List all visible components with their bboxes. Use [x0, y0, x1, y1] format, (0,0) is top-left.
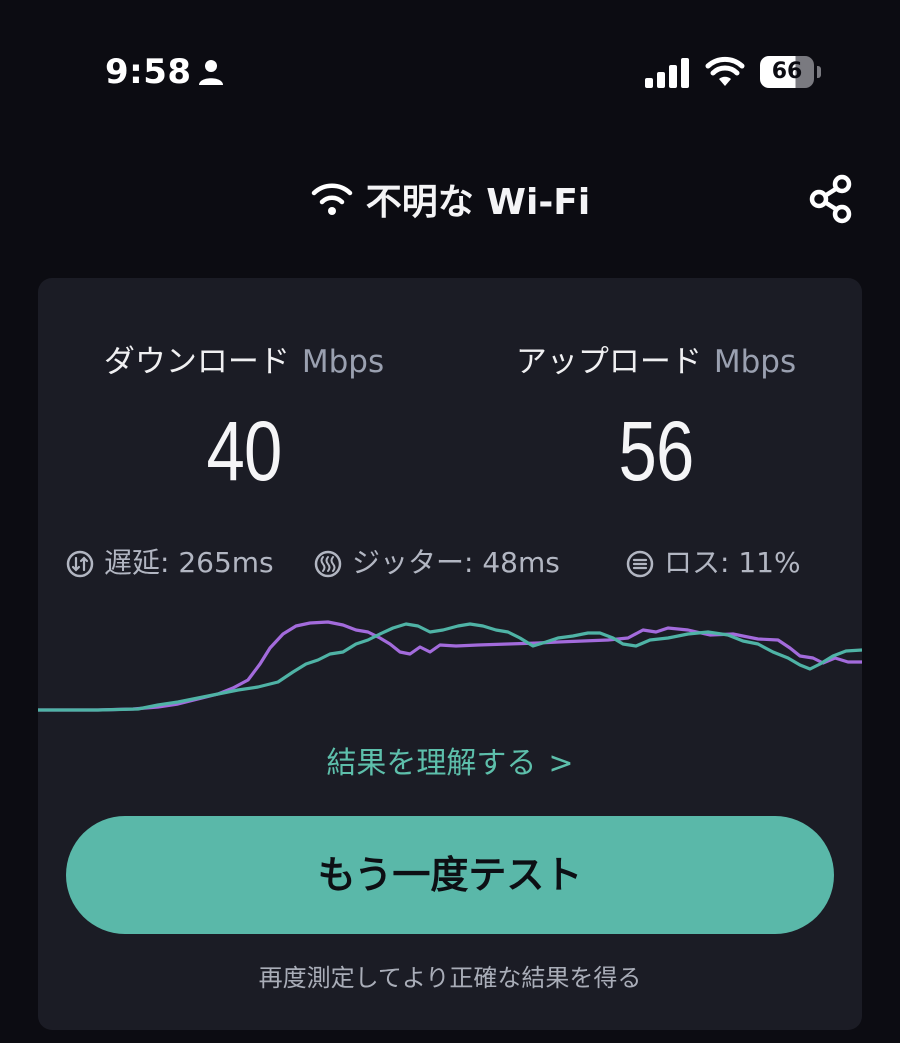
download-unit: Mbps: [301, 344, 385, 380]
understand-results-link[interactable]: 結果を理解する >: [38, 738, 862, 782]
loss-text: ロス: 11%: [664, 546, 801, 579]
cellular-signal-icon: [645, 58, 689, 88]
network-title: 不明な Wi-Fi: [0, 173, 900, 225]
header: 不明な Wi-Fi: [0, 165, 900, 235]
share-icon[interactable]: [808, 173, 856, 225]
latency-text: 遅延: 265ms: [104, 546, 274, 579]
speed-graph: [38, 620, 862, 712]
chevron-right-icon: >: [548, 746, 574, 781]
download-label: ダウンロード: [103, 344, 290, 380]
status-time: 9:58: [105, 52, 192, 92]
retest-hint: 再度測定してより正確な結果を得る: [258, 964, 642, 992]
stats-row: 遅延: 265ms ジッター: 48ms ロス: 11%: [38, 540, 862, 586]
retest-button[interactable]: もう一度テスト: [66, 816, 834, 934]
download-series-line: [38, 620, 862, 712]
upload-label: アップロード: [515, 344, 702, 380]
results-card: ダウンロード Mbps 40 アップロード Mbps 56 遅延: 265ms ジッ…: [38, 278, 862, 1030]
battery-level: 66: [771, 59, 803, 84]
upload-value: 56: [618, 404, 695, 498]
wifi-icon: [311, 183, 353, 215]
battery-nub: [817, 66, 821, 78]
battery-indicator: 66: [760, 56, 814, 88]
jitter-stat: ジッター: 48ms: [314, 540, 560, 586]
wifi-icon: [705, 56, 745, 86]
jitter-icon: [314, 550, 342, 578]
latency-icon: [66, 550, 94, 578]
jitter-text: ジッター: 48ms: [352, 546, 560, 579]
loss-stat: ロス: 11%: [626, 540, 801, 586]
upload-unit: Mbps: [713, 344, 797, 380]
status-bar: 9:58 66: [0, 0, 900, 150]
understand-results-label: 結果を理解する: [326, 746, 537, 781]
upload-metric: アップロード Mbps 56: [450, 336, 862, 500]
network-name: 不明な Wi-Fi: [365, 182, 591, 223]
person-icon: [199, 60, 223, 85]
latency-stat: 遅延: 265ms: [66, 540, 274, 586]
download-value: 40: [206, 404, 283, 498]
upload-series-line: [38, 622, 862, 712]
download-metric: ダウンロード Mbps 40: [38, 336, 450, 500]
loss-icon: [626, 550, 654, 578]
